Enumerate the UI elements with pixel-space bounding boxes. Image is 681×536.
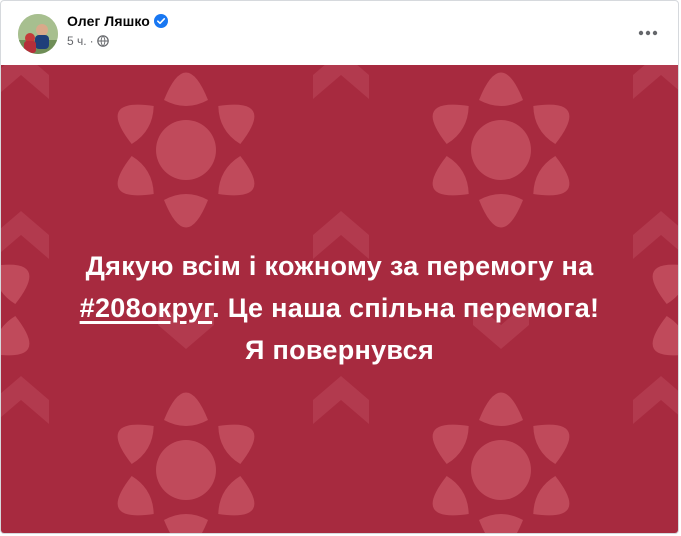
meta-separator: · bbox=[89, 34, 94, 48]
caption-line-3: Я повернувся bbox=[244, 335, 435, 365]
verified-badge-icon bbox=[153, 14, 168, 28]
author-name[interactable]: Олег Ляшко bbox=[67, 13, 150, 29]
post-image[interactable]: Дякую всім і кожному за перемогу на #208… bbox=[1, 65, 678, 533]
avatar-photo bbox=[18, 14, 58, 54]
caption-line-2-rest: . Це наша спільна перемога! bbox=[212, 293, 600, 323]
post-header: Олег Ляшко 5 ч. · bbox=[1, 1, 678, 65]
post-meta: 5 ч. · bbox=[67, 34, 109, 48]
author-avatar[interactable] bbox=[18, 14, 58, 54]
author-line: Олег Ляшко bbox=[67, 13, 168, 29]
post-timestamp[interactable]: 5 ч. bbox=[67, 34, 87, 48]
hashtag-link[interactable]: #208округ bbox=[80, 293, 212, 323]
post-caption: Дякую всім і кожному за перемогу на #208… bbox=[1, 245, 678, 371]
facebook-post: Олег Ляшко 5 ч. · Дякую всім і кожному з… bbox=[0, 0, 679, 534]
globe-icon[interactable] bbox=[96, 35, 109, 47]
caption-line-2: #208округ. Це наша спільна перемога! bbox=[1, 287, 678, 329]
more-options-button[interactable] bbox=[632, 17, 664, 49]
more-dots-icon bbox=[638, 30, 658, 36]
caption-line-1: Дякую всім і кожному за перемогу на bbox=[85, 251, 594, 281]
